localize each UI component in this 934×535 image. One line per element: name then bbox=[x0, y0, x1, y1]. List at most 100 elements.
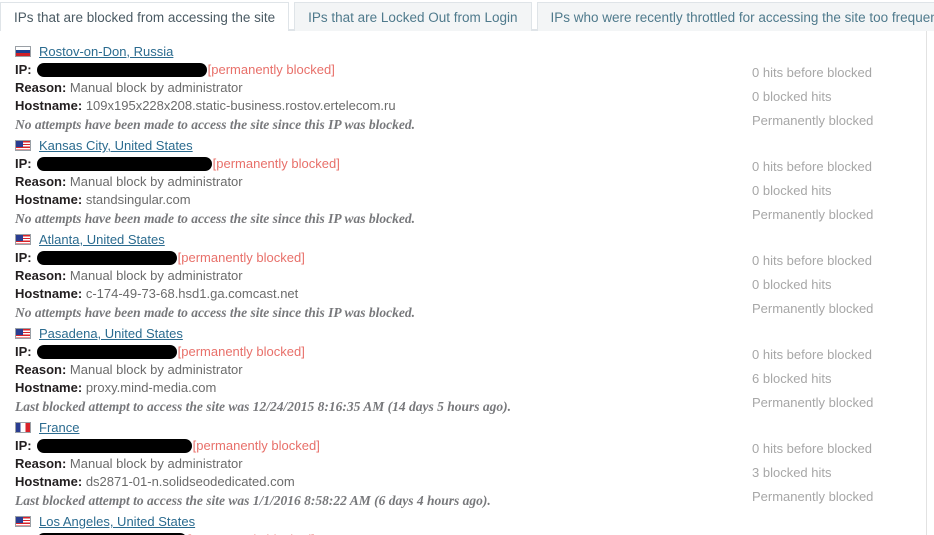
hostname-label: Hostname: bbox=[15, 380, 83, 395]
hostname-value: 109x195x228x208.static-business.rostov.e… bbox=[85, 98, 396, 113]
ip-label: IP: bbox=[15, 156, 32, 171]
hostname-label: Hostname: bbox=[15, 286, 83, 301]
ip-address-redacted bbox=[36, 63, 207, 77]
blocked-ip-entry: Pasadena, United States IP: [permanently b… bbox=[0, 324, 934, 418]
blocked-hits: 0 blocked hits bbox=[752, 89, 832, 104]
entry-location-row: Kansas City, United States bbox=[15, 136, 715, 155]
ip-address-redacted bbox=[36, 157, 212, 171]
hostname-row: Hostname: standsingular.com bbox=[15, 191, 715, 209]
ip-row: IP: [permanently blocked] bbox=[15, 531, 715, 535]
flag-us-icon bbox=[15, 234, 31, 245]
entry-stats: 0 hits before blocked 3 blocked hits Perma… bbox=[752, 437, 927, 509]
entry-details: Kansas City, United States IP: [permanentl… bbox=[15, 136, 715, 229]
flag-us-icon bbox=[15, 328, 31, 339]
blocked-hits: 6 blocked hits bbox=[752, 371, 832, 386]
blocked-ip-entry: Los Angeles, United States IP: [permanentl… bbox=[0, 512, 934, 535]
blocked-ip-entry: Kansas City, United States IP: [permanentl… bbox=[0, 136, 934, 230]
permanently-blocked-tag: [permanently blocked] bbox=[212, 156, 340, 171]
block-status: Permanently blocked bbox=[752, 395, 874, 410]
blocked-ip-entry: Atlanta, United States IP: [permanently bl… bbox=[0, 230, 934, 324]
hits-before-blocked: 0 hits before blocked bbox=[752, 159, 872, 174]
location-link[interactable]: Pasadena, United States bbox=[39, 326, 183, 341]
reason-label: Reason: bbox=[15, 268, 67, 283]
entry-details: Los Angeles, United States IP: [permanentl… bbox=[15, 512, 715, 535]
hits-before-blocked: 0 hits before blocked bbox=[752, 347, 872, 362]
tab-0[interactable]: IPs that are blocked from accessing the … bbox=[0, 2, 290, 33]
entry-stats: 0 hits before blocked 0 blocked hits Perma… bbox=[752, 155, 927, 227]
hits-before-blocked: 0 hits before blocked bbox=[752, 441, 872, 456]
reason-label: Reason: bbox=[15, 362, 67, 377]
entry-stats: 0 hits before blocked 6 blocked hits Perma… bbox=[752, 343, 927, 415]
reason-value: Manual block by administrator bbox=[69, 456, 243, 471]
ip-label: IP: bbox=[15, 438, 32, 453]
hits-before-blocked: 0 hits before blocked bbox=[752, 253, 872, 268]
entry-details: Pasadena, United States IP: [permanently b… bbox=[15, 324, 715, 417]
hostname-label: Hostname: bbox=[15, 474, 83, 489]
tab-1[interactable]: IPs that are Locked Out from Login bbox=[294, 2, 532, 31]
reason-row: Reason: Manual block by administrator bbox=[15, 455, 715, 473]
ip-row: IP: [permanently blocked] bbox=[15, 249, 715, 267]
ip-label: IP: bbox=[15, 62, 32, 77]
tab-2[interactable]: IPs who were recently throttled for acce… bbox=[536, 2, 934, 31]
entry-stats: 0 hits before blocked 0 blocked hits Perma… bbox=[752, 249, 927, 321]
reason-label: Reason: bbox=[15, 80, 67, 95]
ip-row: IP: [permanently blocked] bbox=[15, 343, 715, 361]
reason-value: Manual block by administrator bbox=[69, 362, 243, 377]
entry-location-row: Atlanta, United States bbox=[15, 230, 715, 249]
entry-location-row: Los Angeles, United States bbox=[15, 512, 715, 531]
ip-row: IP: [permanently blocked] bbox=[15, 437, 715, 455]
flag-ru-icon bbox=[15, 46, 31, 57]
ip-label: IP: bbox=[15, 250, 32, 265]
hostname-label: Hostname: bbox=[15, 192, 83, 207]
entry-details: France IP: [permanently blocked] Reason: Ma… bbox=[15, 418, 715, 511]
reason-row: Reason: Manual block by administrator bbox=[15, 79, 715, 97]
blocked-ips-page: IPs that are blocked from accessing the … bbox=[0, 0, 934, 535]
flag-us-icon bbox=[15, 140, 31, 151]
entry-location-row: Rostov-on-Don, Russia bbox=[15, 42, 715, 61]
blocked-ip-entry: Rostov-on-Don, Russia IP: [permanently blo… bbox=[0, 42, 934, 136]
location-link[interactable]: Rostov-on-Don, Russia bbox=[39, 44, 173, 59]
reason-label: Reason: bbox=[15, 456, 67, 471]
hostname-row: Hostname: 109x195x228x208.static-busines… bbox=[15, 97, 715, 115]
ip-address-redacted bbox=[36, 251, 177, 265]
reason-row: Reason: Manual block by administrator bbox=[15, 173, 715, 191]
reason-value: Manual block by administrator bbox=[69, 174, 243, 189]
ip-row: IP: [permanently blocked] bbox=[15, 155, 715, 173]
tab-bar: IPs that are blocked from accessing the … bbox=[0, 0, 934, 33]
permanently-blocked-tag: [permanently blocked] bbox=[207, 62, 335, 77]
ip-address-redacted bbox=[36, 345, 177, 359]
ip-label: IP: bbox=[15, 531, 32, 535]
last-attempt-note: No attempts have been made to access the… bbox=[15, 305, 415, 320]
permanently-blocked-tag: [permanently blocked] bbox=[192, 438, 320, 453]
location-link[interactable]: Los Angeles, United States bbox=[39, 514, 195, 529]
last-attempt-note: No attempts have been made to access the… bbox=[15, 117, 415, 132]
entry-details: Rostov-on-Don, Russia IP: [permanently blo… bbox=[15, 42, 715, 135]
hostname-value: proxy.mind-media.com bbox=[85, 380, 217, 395]
block-status: Permanently blocked bbox=[752, 301, 874, 316]
reason-row: Reason: Manual block by administrator bbox=[15, 361, 715, 379]
hits-before-blocked bbox=[752, 531, 927, 535]
block-status: Permanently blocked bbox=[752, 207, 874, 222]
location-link[interactable]: Kansas City, United States bbox=[39, 138, 193, 153]
entry-location-row: France bbox=[15, 418, 715, 437]
hits-before-blocked: 0 hits before blocked bbox=[752, 65, 872, 80]
entry-stats bbox=[752, 531, 927, 535]
ip-address-redacted bbox=[36, 439, 192, 453]
entry-details: Atlanta, United States IP: [permanently bl… bbox=[15, 230, 715, 323]
reason-row: Reason: Manual block by administrator bbox=[15, 267, 715, 285]
hostname-value: standsingular.com bbox=[85, 192, 191, 207]
location-link[interactable]: Atlanta, United States bbox=[39, 232, 165, 247]
hostname-row: Hostname: c-174-49-73-68.hsd1.ga.comcast… bbox=[15, 285, 715, 303]
tab-list: IPs that are blocked from accessing the … bbox=[0, 0, 934, 33]
block-status: Permanently blocked bbox=[752, 489, 874, 504]
entry-location-row: Pasadena, United States bbox=[15, 324, 715, 343]
location-link[interactable]: France bbox=[39, 420, 79, 435]
permanently-blocked-tag: [permanently blocked] bbox=[177, 250, 305, 265]
blocked-hits: 3 blocked hits bbox=[752, 465, 832, 480]
blocked-ip-entry: France IP: [permanently blocked] Reason: Ma… bbox=[0, 418, 934, 512]
reason-value: Manual block by administrator bbox=[69, 80, 243, 95]
entry-stats: 0 hits before blocked 0 blocked hits Perma… bbox=[752, 61, 927, 133]
blocked-hits: 0 blocked hits bbox=[752, 277, 832, 292]
permanently-blocked-tag: [permanently blocked] bbox=[177, 344, 305, 359]
block-status: Permanently blocked bbox=[752, 113, 874, 128]
